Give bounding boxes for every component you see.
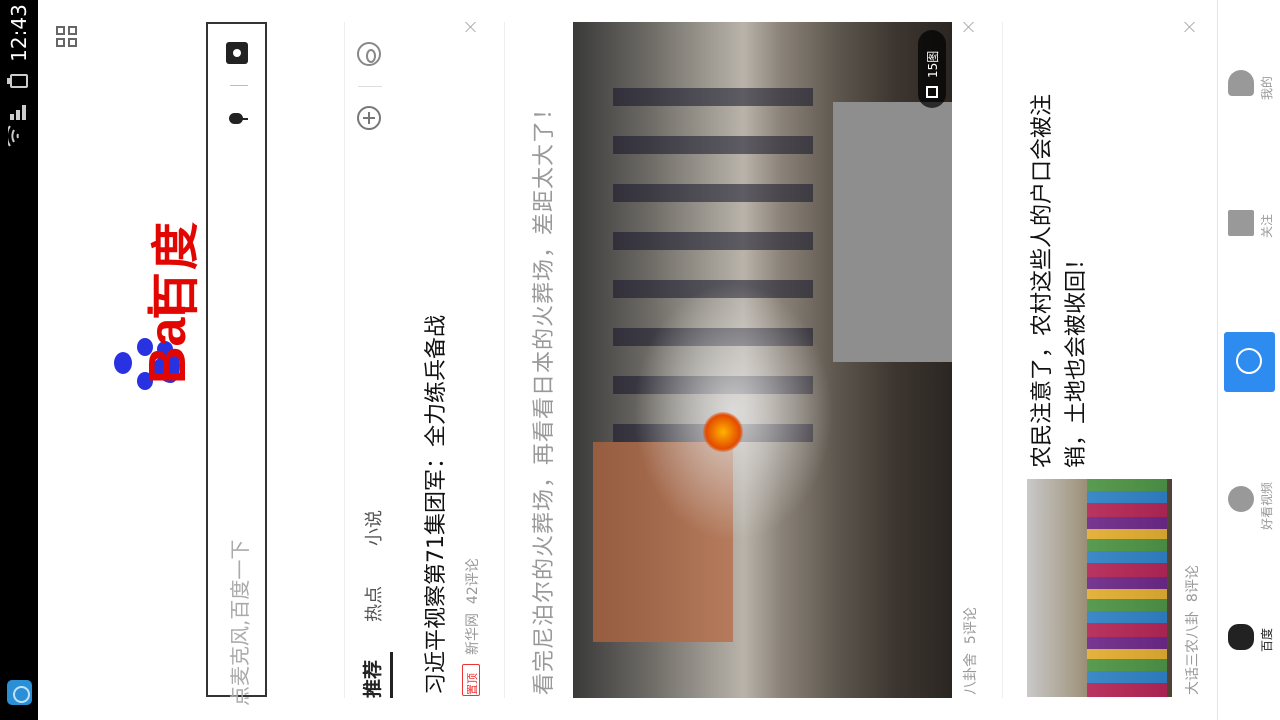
close-icon[interactable] [962, 20, 976, 34]
status-bar: 12:43 [0, 0, 38, 720]
article-image[interactable] [1027, 479, 1172, 697]
logo-text-cn: 百度 [148, 219, 204, 320]
eye-icon[interactable] [357, 42, 381, 66]
nav-label: 我的 [1260, 75, 1274, 100]
active-tab-indicator [390, 652, 393, 698]
article-title[interactable]: 习近平视察第71集团军：全力练兵备战 [418, 315, 450, 695]
search-divider [230, 85, 248, 86]
nav-item-mine[interactable]: 我的 [1218, 60, 1280, 140]
search-placeholder: 点麦克风,百度一下 [228, 539, 252, 706]
signal-icon [8, 100, 30, 120]
image-count-label: 15图 [926, 50, 940, 78]
status-time: 12:43 [7, 4, 31, 62]
nav-label: 关注 [1260, 213, 1274, 238]
tab-recommend[interactable]: 推荐 [358, 660, 385, 698]
voice-search-button[interactable] [1224, 332, 1275, 392]
video-icon [1228, 486, 1254, 512]
pinned-badge-label: 置顶 [466, 673, 479, 695]
article-title[interactable]: 看完尼泊尔的火葬场，再看看日本的火葬场，差距太大了！ [526, 97, 558, 695]
close-icon[interactable] [464, 20, 478, 34]
divider [1002, 22, 1003, 698]
article-meta: 大话三农八卦 8评论 [1182, 565, 1202, 695]
nav-item-home[interactable]: 百度 [1218, 612, 1280, 692]
image-count-badge: 15图 [918, 30, 946, 108]
article-title-continued[interactable]: 销，土地也会被收回！ [1058, 248, 1090, 468]
nav-label: 好看视频 [1260, 481, 1274, 530]
article-comments: 5评论 [963, 607, 979, 645]
search-box[interactable]: 点麦克风,百度一下 [206, 22, 267, 706]
tab-divider [358, 86, 382, 87]
add-tab-icon[interactable] [357, 106, 381, 130]
person-icon [1228, 70, 1254, 96]
microphone-icon[interactable] [226, 108, 248, 130]
article-source: 大话三农八卦 [1185, 611, 1201, 695]
nav-item-follow[interactable]: 关注 [1218, 200, 1280, 280]
tab-hot[interactable]: 热点 [360, 586, 386, 622]
article-comments: 42评论 [465, 558, 481, 605]
article-source: 新华网 [465, 613, 481, 655]
nav-item-video[interactable]: 好看视频 [1218, 470, 1280, 550]
baidu-paw-icon [1228, 624, 1254, 650]
article-meta: 新华网 42评论 [462, 558, 482, 655]
wifi-icon [5, 124, 30, 148]
article-meta: 八卦舍 5评论 [960, 607, 980, 695]
pinned-badge: 置顶 [462, 664, 480, 696]
article-source: 八卦舍 [963, 653, 979, 695]
tab-novel[interactable]: 小说 [360, 510, 386, 546]
article-image[interactable]: 15图 [573, 22, 952, 698]
bottom-nav: 我的 关注 好看视频 百度 [1217, 0, 1280, 720]
follow-icon [1228, 210, 1254, 236]
battery-icon [7, 72, 30, 92]
article-title[interactable]: 农民注意了，农村这些人的户口会被注 [1024, 94, 1056, 468]
close-icon[interactable] [1183, 20, 1197, 34]
divider [344, 22, 345, 698]
article-comments: 8评论 [1185, 565, 1201, 603]
voice-search-icon [1236, 348, 1262, 374]
grid-menu-icon[interactable] [56, 26, 78, 48]
divider [504, 22, 505, 698]
nav-label: 百度 [1260, 627, 1274, 652]
notification-app-icon [7, 680, 32, 705]
gallery-icon [926, 86, 938, 98]
camera-icon[interactable] [226, 42, 248, 64]
